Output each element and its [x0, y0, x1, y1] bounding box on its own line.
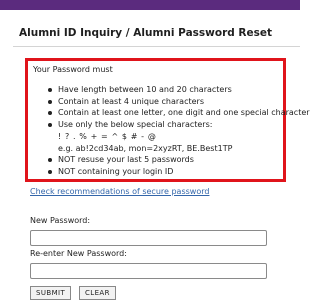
special-chars-list: ! ? . % + = ^ $ # - @ — [58, 131, 157, 141]
rule-unique-chars: Contain at least 4 unique characters — [28, 96, 310, 108]
rule-no-reuse: NOT resuse your last 5 passwords — [28, 154, 310, 166]
title-divider — [13, 46, 300, 47]
secure-password-link[interactable]: Check recommendations of secure password — [30, 187, 209, 196]
reenter-password-input[interactable] — [30, 263, 267, 279]
rules-list: Have length between 10 and 20 characters… — [28, 84, 310, 178]
reenter-password-label: Re-enter New Password: — [30, 249, 127, 258]
password-examples: e.g. ab!2cd34ab, mon=2xyzRT, BE.Best1TP — [58, 143, 233, 153]
rule-length: Have length between 10 and 20 characters — [28, 84, 310, 96]
new-password-label: New Password: — [30, 216, 91, 225]
rule-special-chars: Use only the below special characters: — [28, 119, 310, 131]
rule-char-types: Contain at least one letter, one digit a… — [28, 107, 310, 119]
password-rules-box: Your Password must Have length between 1… — [25, 58, 310, 182]
rules-heading: Your Password must — [33, 65, 113, 74]
page-title: Alumni ID Inquiry / Alumni Password Rese… — [19, 27, 273, 39]
rule-no-login-id: NOT containing your login ID — [28, 166, 310, 178]
top-banner — [0, 0, 300, 10]
new-password-input[interactable] — [30, 230, 267, 246]
